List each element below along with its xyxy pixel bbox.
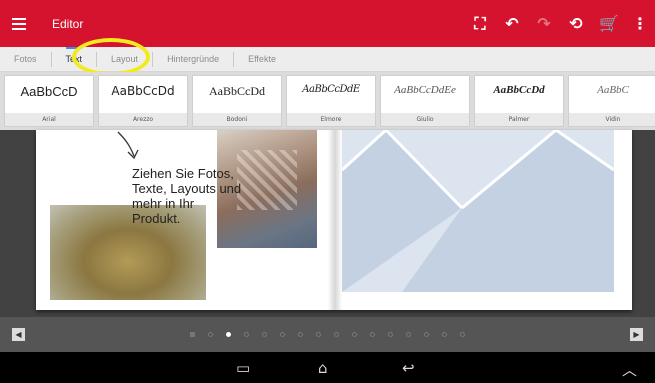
font-name: Bodoni: [193, 113, 281, 126]
font-name: Arial: [5, 113, 93, 126]
font-name: Arezzo: [99, 113, 187, 126]
photo-placeholder[interactable]: [342, 130, 614, 292]
redo-icon[interactable]: ↷: [535, 14, 553, 33]
app-title: Editor: [52, 16, 84, 31]
font-name: Vidin: [569, 113, 655, 126]
tab-effekte[interactable]: Effekte: [234, 52, 290, 67]
page-dot-active[interactable]: [226, 332, 231, 337]
recent-apps-icon[interactable]: ▭: [236, 359, 250, 377]
font-name: Palmer: [475, 113, 563, 126]
cart-icon[interactable]: 🛒: [599, 14, 619, 33]
font-selector: AaBbCcD Arial AaBbCcDd Arezzo AaBbCcDd B…: [0, 72, 655, 130]
page-navigator: ◀ ▶: [0, 317, 655, 352]
page-dot[interactable]: [334, 332, 339, 337]
top-toolbar: Editor ⛶ ↶ ↷ ⟲ 🛒 ⋮: [0, 0, 655, 47]
menu-icon[interactable]: [12, 17, 26, 30]
font-sample: AaBbCcDdE: [302, 84, 360, 95]
page-dot[interactable]: [262, 332, 267, 337]
font-sample: AaBbCcD: [20, 84, 78, 99]
toolbar-actions: ⛶ ↶ ↷ ⟲ 🛒 ⋮: [471, 0, 649, 47]
font-card-elmore[interactable]: AaBbCcDdE Elmore: [286, 75, 376, 127]
font-sample: AaBbCcDd: [493, 84, 545, 96]
book-spread[interactable]: Ziehen Sie Fotos, Texte, Layouts und meh…: [36, 130, 632, 310]
font-card-vidin[interactable]: AaBbC Vidin: [568, 75, 655, 127]
font-card-arial[interactable]: AaBbCcD Arial: [4, 75, 94, 127]
page-dot[interactable]: [388, 332, 393, 337]
tab-hintergruende[interactable]: Hintergründe: [153, 51, 235, 67]
drag-hint-text: Ziehen Sie Fotos, Texte, Layouts und meh…: [132, 166, 242, 226]
page-dot[interactable]: [442, 332, 447, 337]
tab-layout[interactable]: Layout: [97, 51, 154, 67]
expand-up-icon[interactable]: ︿: [622, 359, 637, 380]
editor-tabs: Fotos Text Layout Hintergründe Effekte: [0, 47, 655, 72]
font-card-arezzo[interactable]: AaBbCcDd Arezzo: [98, 75, 188, 127]
home-icon[interactable]: ⌂: [318, 359, 328, 377]
tab-text[interactable]: Text: [52, 51, 98, 67]
book-spine: [328, 130, 342, 310]
page-dot[interactable]: [352, 332, 357, 337]
page-dot[interactable]: [370, 332, 375, 337]
font-name: Elmore: [287, 113, 375, 126]
editor-workspace: Ziehen Sie Fotos, Texte, Layouts und meh…: [0, 130, 655, 317]
font-card-giulio[interactable]: AaBbCcDdEe Giulio: [380, 75, 470, 127]
page-dot[interactable]: [406, 332, 411, 337]
overflow-icon[interactable]: ⋮: [631, 14, 649, 33]
page-dot[interactable]: [190, 332, 195, 337]
page-dot[interactable]: [208, 332, 213, 337]
font-sample: AaBbCcDdEe: [394, 84, 456, 96]
fullscreen-icon[interactable]: ⛶: [471, 14, 489, 34]
system-nav-bar: ▭ ⌂ ↩ ︿: [0, 352, 655, 383]
arrow-icon: [117, 131, 139, 160]
page-dot[interactable]: [298, 332, 303, 337]
font-card-bodoni[interactable]: AaBbCcDd Bodoni: [192, 75, 282, 127]
prev-page-button[interactable]: ◀: [12, 328, 25, 341]
page-dot[interactable]: [316, 332, 321, 337]
font-sample: AaBbCcDd: [209, 84, 265, 98]
page-dots: [190, 332, 465, 337]
back-icon[interactable]: ↩: [402, 359, 415, 377]
page-dot[interactable]: [244, 332, 249, 337]
tab-fotos[interactable]: Fotos: [0, 51, 52, 67]
font-card-palmer[interactable]: AaBbCcDd Palmer: [474, 75, 564, 127]
page-dot[interactable]: [280, 332, 285, 337]
font-name: Giulio: [381, 113, 469, 126]
font-sample: AaBbC: [597, 84, 629, 96]
undo-icon[interactable]: ↶: [503, 14, 521, 33]
page-dot[interactable]: [424, 332, 429, 337]
next-page-button[interactable]: ▶: [630, 328, 643, 341]
mountain-placeholder-icon: [342, 130, 614, 292]
refresh-icon[interactable]: ⟲: [567, 14, 585, 33]
font-sample: AaBbCcDd: [111, 84, 175, 98]
page-dot[interactable]: [460, 332, 465, 337]
